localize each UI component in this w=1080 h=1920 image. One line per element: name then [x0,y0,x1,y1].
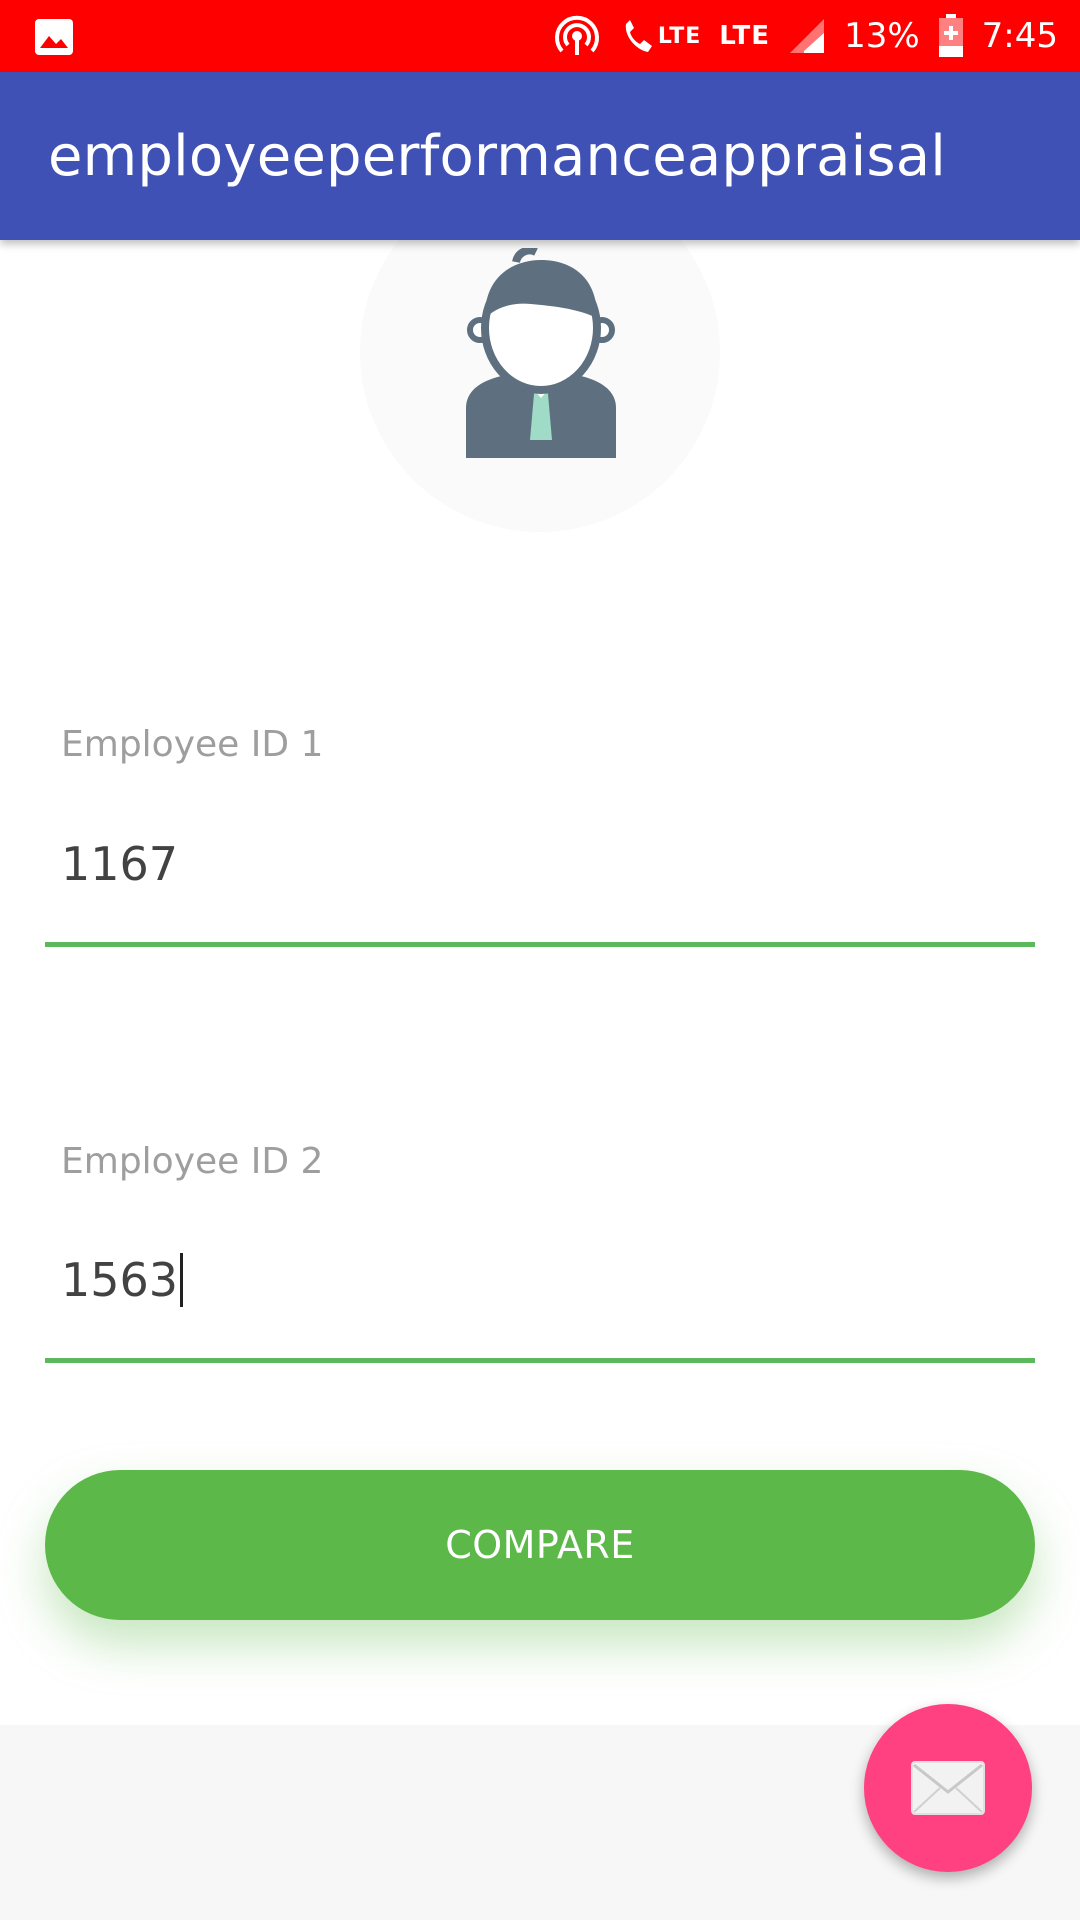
employee-id-2-input[interactable]: 1563 [61,1250,184,1310]
employee-id-2-underline [45,1358,1035,1363]
signal-icon [788,17,826,55]
employee-avatar-icon [466,248,616,458]
lte-label-2-wrap: LTE [719,21,770,51]
lte-label-2: LTE [719,21,771,51]
employee-id-1-underline [45,942,1035,947]
mail-icon [911,1761,985,1815]
employee-id-1-input[interactable]: 1167 [61,834,178,894]
status-bar: LTE LTE 13% 7:45 [0,0,1080,72]
image-icon [34,18,74,56]
battery-icon [938,14,964,58]
lte-label-1: LTE [657,23,702,49]
employee-id-1-value: 1167 [61,837,179,891]
clock: 7:45 [981,16,1058,56]
status-icons: LTE LTE 13% 7:45 [554,0,1058,72]
compare-button-label: COMPARE [445,1523,635,1567]
battery-percent: 13% [844,16,920,56]
employee-id-2-label: Employee ID 2 [61,1141,324,1182]
mail-fab-button[interactable] [864,1704,1032,1872]
compare-button[interactable]: COMPARE [45,1470,1035,1620]
employee-id-1-label: Employee ID 1 [61,724,324,765]
text-cursor [180,1253,184,1307]
app-bar: employeeperformanceappraisal [0,72,1080,240]
app-title: employeeperformanceappraisal [48,124,947,189]
phone-lte-icon: LTE [618,14,701,58]
employee-id-2-value: 1563 [61,1253,179,1307]
hotspot-icon [554,13,600,59]
